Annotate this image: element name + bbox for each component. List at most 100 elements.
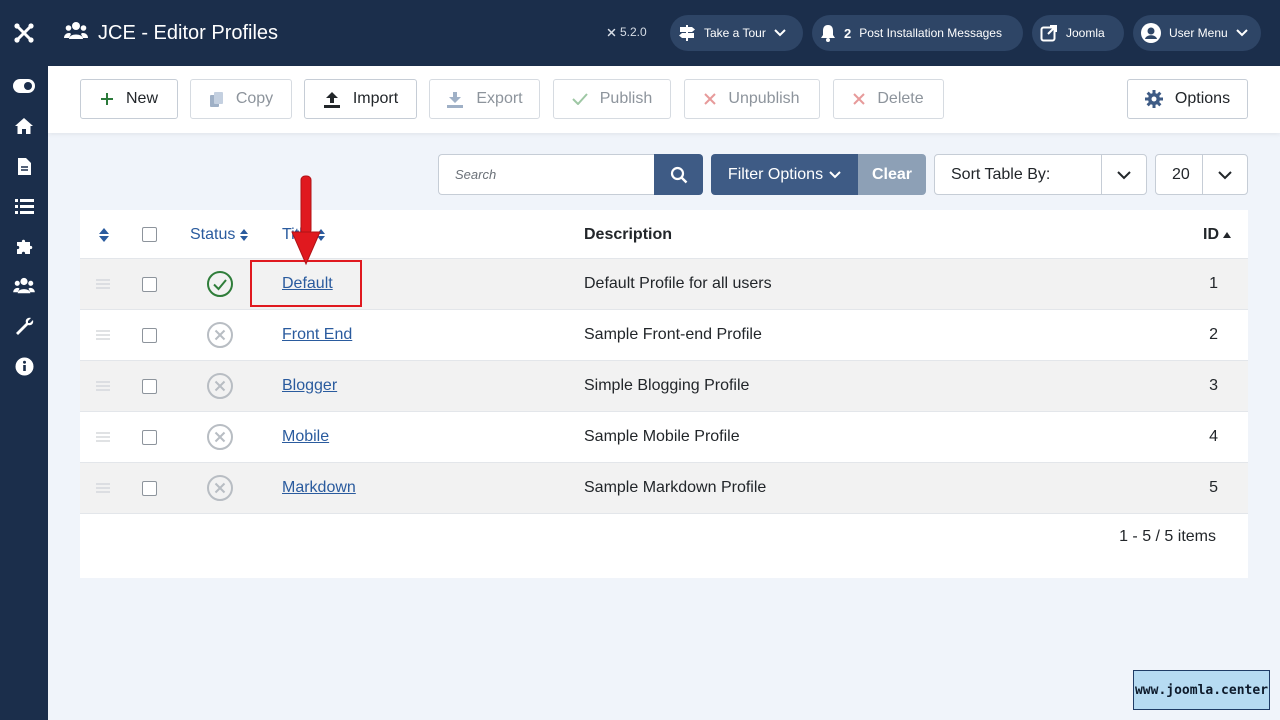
watermark: www.joomla.center <box>1133 670 1270 710</box>
table-row: Front End Sample Front-end Profile 2 <box>80 310 1248 361</box>
id-column-header[interactable]: ID <box>1203 210 1232 259</box>
drag-handle-icon[interactable] <box>96 463 110 513</box>
profile-id: 5 <box>1209 479 1218 496</box>
search-button[interactable] <box>654 154 703 195</box>
unpublished-x-icon[interactable] <box>206 310 234 360</box>
publish-button[interactable]: Publish <box>553 79 671 119</box>
row-checkbox[interactable] <box>142 259 157 309</box>
chevron-down-icon <box>1235 29 1248 37</box>
chevron-down-icon <box>829 170 841 178</box>
sort-icon <box>240 228 249 241</box>
profile-id: 2 <box>1209 326 1218 343</box>
row-checkbox[interactable] <box>142 463 157 513</box>
plus-icon <box>100 93 113 105</box>
help-icon[interactable] <box>0 346 48 386</box>
drag-handle-icon[interactable] <box>96 259 110 309</box>
export-button[interactable]: Export <box>429 79 540 119</box>
profile-description: Default Profile for all users <box>584 275 772 292</box>
profile-description: Sample Front-end Profile <box>584 326 762 343</box>
content-icon[interactable] <box>0 146 48 186</box>
version-label: 5.2.0 <box>606 25 647 39</box>
home-icon[interactable] <box>0 106 48 146</box>
ordering-sort-icon[interactable] <box>98 210 110 259</box>
unpublished-x-icon[interactable] <box>206 412 234 462</box>
profile-description: Simple Blogging Profile <box>584 377 750 394</box>
upload-icon <box>323 91 340 108</box>
drag-handle-icon[interactable] <box>96 310 110 360</box>
status-column-header[interactable]: Status <box>190 210 249 259</box>
profile-id: 1 <box>1209 275 1218 292</box>
highlight-box <box>250 260 362 307</box>
filter-options-button[interactable]: Filter Options <box>711 154 858 195</box>
chevron-down-icon <box>774 29 786 37</box>
x-icon <box>853 93 866 105</box>
pagination-count: 1 - 5 / 5 items <box>1119 528 1216 545</box>
delete-button[interactable]: Delete <box>833 79 944 119</box>
page-title: JCE - Editor Profiles <box>98 21 279 44</box>
table-row: Markdown Sample Markdown Profile 5 <box>80 463 1248 514</box>
table-row: Mobile Sample Mobile Profile 4 <box>80 412 1248 463</box>
user-icon <box>1141 23 1161 43</box>
list-limit-select[interactable]: 20 <box>1155 154 1248 195</box>
drag-handle-icon[interactable] <box>96 361 110 411</box>
profile-title-link[interactable]: Markdown <box>282 479 356 497</box>
user-menu-button[interactable]: User Menu <box>1133 15 1261 51</box>
signpost-icon <box>679 25 695 41</box>
profile-title-link[interactable]: Mobile <box>282 428 329 446</box>
search-input[interactable] <box>439 155 654 194</box>
row-checkbox[interactable] <box>142 310 157 360</box>
search-field-wrapper <box>438 154 654 195</box>
chevron-down-icon <box>1117 171 1131 180</box>
users-icon[interactable] <box>0 266 48 306</box>
profile-title-link[interactable]: Blogger <box>282 377 337 395</box>
sidebar <box>0 66 48 720</box>
drag-handle-icon[interactable] <box>96 412 110 462</box>
published-check-icon[interactable] <box>206 259 234 309</box>
sort-table-select[interactable]: Sort Table By: <box>934 154 1147 195</box>
download-icon <box>447 91 464 108</box>
components-icon[interactable] <box>0 226 48 266</box>
check-icon <box>572 93 588 105</box>
joomla-site-button[interactable]: Joomla <box>1032 15 1124 51</box>
unpublish-button[interactable]: Unpublish <box>684 79 820 119</box>
import-button[interactable]: Import <box>304 79 417 119</box>
external-link-icon <box>1040 25 1057 42</box>
chevron-down-icon <box>1218 171 1232 180</box>
select-all-checkbox[interactable] <box>142 210 157 259</box>
gear-icon <box>1144 90 1163 108</box>
unpublished-x-icon[interactable] <box>206 463 234 513</box>
profile-description: Sample Markdown Profile <box>584 479 767 496</box>
top-header: JCE - Editor Profiles 5.2.0 Take a Tour … <box>0 0 1280 66</box>
post-installation-messages-button[interactable]: 2 Post Installation Messages <box>812 15 1023 51</box>
red-arrow-icon <box>291 175 321 266</box>
messages-count-badge: 2 <box>844 25 852 41</box>
search-icon <box>670 166 687 183</box>
menus-icon[interactable] <box>0 186 48 226</box>
unpublished-x-icon[interactable] <box>206 361 234 411</box>
row-checkbox[interactable] <box>142 361 157 411</box>
options-button[interactable]: Options <box>1127 79 1248 119</box>
description-column-header: Description <box>584 225 673 243</box>
copy-button[interactable]: Copy <box>190 79 292 119</box>
table-row: Blogger Simple Blogging Profile 3 <box>80 361 1248 412</box>
profile-title-link[interactable]: Front End <box>282 326 352 344</box>
system-icon[interactable] <box>0 306 48 346</box>
take-a-tour-button[interactable]: Take a Tour <box>670 15 803 51</box>
joomla-small-icon <box>607 28 616 36</box>
toggle-menu-icon[interactable] <box>0 66 48 106</box>
profile-id: 3 <box>1209 377 1218 394</box>
copy-icon <box>209 91 223 107</box>
page-title-group: JCE - Editor Profiles <box>64 0 278 66</box>
sort-ascending-icon <box>1223 231 1231 238</box>
profile-id: 4 <box>1209 428 1218 445</box>
row-checkbox[interactable] <box>142 412 157 462</box>
profile-description: Sample Mobile Profile <box>584 428 740 445</box>
joomla-logo-icon[interactable] <box>0 0 48 66</box>
table-header: Status Title Description ID <box>80 210 1248 259</box>
new-button[interactable]: New <box>80 79 178 119</box>
bell-icon <box>821 25 835 42</box>
toolbar: New Copy Import Export Publish Unpublish… <box>48 66 1280 133</box>
users-group-icon <box>64 21 88 46</box>
clear-button[interactable]: Clear <box>858 154 926 195</box>
x-icon <box>704 93 717 105</box>
